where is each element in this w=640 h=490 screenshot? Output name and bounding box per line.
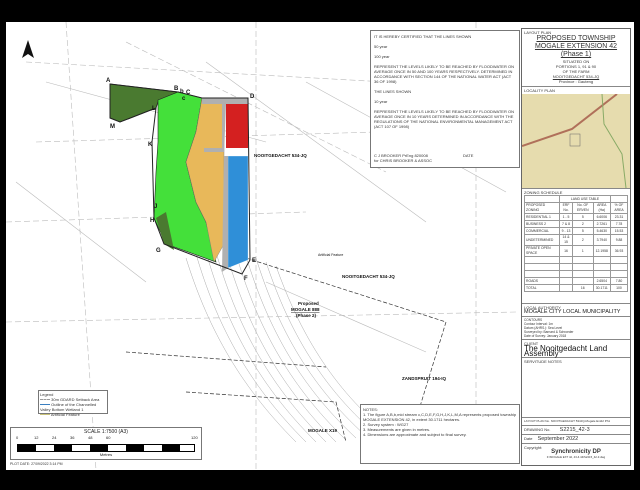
point-label: J	[154, 204, 157, 210]
point-label: D	[250, 94, 255, 100]
title-block: LAYOUT PLAN PROPOSED TOWNSHIP MOGALE EXT…	[521, 28, 631, 466]
legend: Legend 30m GDARD Setback Area Outline of…	[38, 390, 108, 417]
point-label: L	[152, 106, 156, 112]
drawing-number: S2215_42-3	[559, 427, 590, 433]
point-label: B	[174, 86, 179, 92]
zoning-table: LAND USE TABLE PROPOSED ZONING ERF No. No.…	[523, 195, 628, 292]
certificate-text: REPRESENT THE LEVELS LIKELY TO BE REACHE…	[374, 109, 514, 129]
point-label: F	[244, 276, 248, 282]
farm-label: ZANDSPRUIT 194-IQ	[402, 376, 447, 381]
phase-label: (Phase 1)	[560, 51, 592, 58]
certificate-heading: IT IS HEREBY CERTIFIED THAT THE LINES SH…	[374, 34, 472, 39]
table-row-total: TOTAL 16 30.1711 100	[523, 284, 628, 292]
table-header: PROPOSED ZONING ERF No. No. OF ERVEN AREA (…	[523, 202, 628, 214]
scale-bar-graphic	[17, 444, 195, 452]
point-label: K	[148, 142, 153, 148]
locality-map[interactable]	[521, 93, 630, 189]
table-row: PRIVATE OPEN SPACE 16 1 12.1958 36.93	[523, 245, 628, 257]
title-line: PROPOSED TOWNSHIP	[536, 35, 616, 42]
locality-plan-label: LOCALITY PLAN	[524, 88, 555, 93]
point-label: H	[150, 218, 154, 224]
table-row: BUSINESS 27 & 8 2 2.7261 7.78	[523, 220, 628, 228]
business-erven[interactable]	[226, 104, 248, 148]
table-row: UNDETERMINED 14 & 15 2 3.7940 9.88	[523, 234, 628, 246]
local-authority-name: MOGALE CITY LOCAL MUNICIPALITY	[524, 309, 621, 315]
point-label: G	[156, 248, 161, 254]
signatory: C J BROOKER PrEng 820008 for CHRIS BROOKE…	[374, 153, 433, 163]
point-label: A	[106, 78, 111, 84]
contour-lines	[185, 251, 387, 443]
table-row: RESIDENTIAL 11 - 5 5 6.6006 23.31	[523, 213, 628, 221]
plot-date: PLOT DATE: 27/09/2022 3:14 PM	[10, 462, 63, 466]
proposed-label: MOGALE 888	[291, 307, 320, 312]
flood-line-10: 10 year	[374, 99, 388, 104]
point-label: M	[110, 124, 115, 130]
township-parcels[interactable]	[109, 83, 251, 275]
scale-unit: Metres	[99, 452, 113, 457]
point-label: E	[252, 258, 256, 264]
artificial-feature-label: Artificial Feature	[318, 253, 343, 257]
point-label: C	[186, 90, 191, 96]
scale-bar: SCALE 1:7500 (A3) 0 12 24 36 48 60 120 Metres	[10, 427, 202, 460]
certificate-text: REPRESENT THE LEVELS LIKELY TO BE REACHE…	[374, 64, 514, 84]
client-name: The Nooitgedacht Land Assembly	[524, 344, 608, 358]
flood-line-100: 100 year	[374, 54, 390, 59]
farm-label: MOGALE X19	[308, 428, 338, 433]
date-label: DATE	[463, 153, 474, 158]
point-label: b	[180, 89, 184, 95]
note-item: 4. Dimensions are approximate and subjec…	[363, 432, 467, 437]
drawing-date: September 2022	[537, 436, 579, 442]
flood-line-certificate: IT IS HEREBY CERTIFIED THAT THE LINES SH…	[370, 30, 520, 168]
legend-item: Outline of the Channelled Valley Bottom …	[40, 402, 97, 412]
table-row: COMMERCIAL 9 - 13 5 5.4630 15.53	[523, 227, 628, 235]
scale-ticks: 0 12 24 36 48 60 120	[16, 435, 198, 440]
proposed-label: Proposed	[298, 301, 319, 306]
notes: NOTES: 1. The figure A,B,b,mid stream c,…	[360, 404, 520, 464]
farm-label: NOOITGEDACHT 534-JQ	[254, 153, 307, 158]
flood-line-50: 50 year	[374, 44, 388, 49]
title-line: MOGALE EXTENSION 42	[534, 43, 618, 50]
legend-item: Artificial Feature	[40, 412, 106, 417]
note-item: 1. The figure A,B,b,mid stream c,C,D,E,F…	[363, 412, 517, 422]
commercial-erven[interactable]	[227, 155, 249, 269]
north-arrow-icon	[22, 40, 34, 58]
certificate-subheading: THE LINES SHOWN	[374, 89, 412, 94]
farm-labels: NOOITGEDACHT 534-JQ NOOITGEDACHT 534-JQ …	[254, 153, 447, 433]
table-row-roads: ROADS 2.6504 7.80	[523, 277, 628, 285]
proposed-label: (Phase 2)	[296, 313, 317, 318]
drawing-sheet: A B b C c D E F G H J K L M NOOITGEDACHT…	[6, 22, 634, 470]
farm-label: NOOITGEDACHT 534-JQ	[342, 274, 395, 279]
servitude-notes: SERVITUDE NOTES	[524, 359, 562, 364]
